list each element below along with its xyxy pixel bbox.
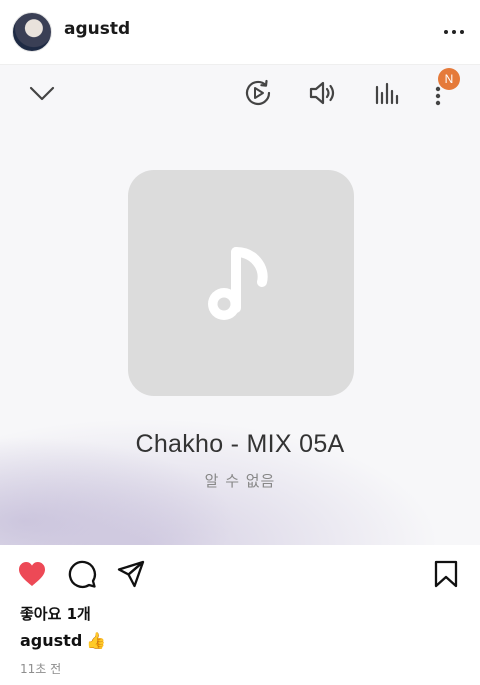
music-player: N Chakho - MIX 05A 알 수 없음: [0, 64, 480, 545]
equalizer-icon[interactable]: [370, 77, 402, 109]
heart-icon[interactable]: [17, 559, 47, 589]
post-header: agustd: [0, 0, 480, 64]
avatar[interactable]: [12, 12, 52, 52]
post-actions: [0, 545, 480, 603]
send-icon[interactable]: [116, 559, 146, 589]
caption: agustd 👍: [20, 631, 106, 650]
thumbs-up-icon: 👍: [86, 631, 107, 650]
post-time: 11초 전: [20, 662, 62, 676]
horizontal-dots-icon[interactable]: [442, 20, 466, 44]
caption-username[interactable]: agustd: [20, 631, 82, 650]
post-username[interactable]: agustd: [64, 19, 130, 39]
album-art: [128, 170, 354, 396]
music-note-icon: [208, 247, 268, 320]
speaker-icon[interactable]: [306, 77, 338, 109]
likes-count[interactable]: 좋아요 1개: [20, 603, 91, 624]
track-title: Chakho - MIX 05A: [135, 430, 345, 458]
chevron-down-icon[interactable]: [26, 77, 58, 109]
track-artist: 알 수 없음: [204, 472, 276, 490]
bookmark-icon[interactable]: [431, 559, 461, 589]
notification-badge: N: [438, 68, 460, 90]
repeat-play-icon[interactable]: [242, 77, 274, 109]
comment-icon[interactable]: [67, 559, 97, 589]
